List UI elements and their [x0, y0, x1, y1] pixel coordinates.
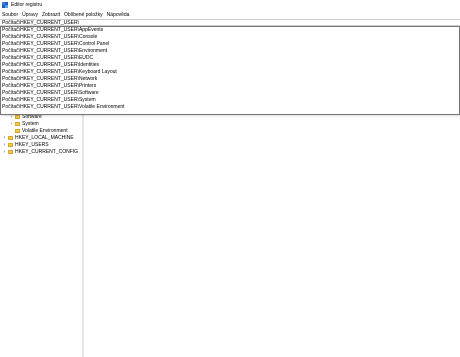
folder-icon	[15, 114, 20, 119]
folder-icon	[8, 135, 13, 140]
suggestion-item[interactable]: Počítač\HKEY_CURRENT_USER\Keyboard Layou…	[1, 69, 459, 76]
tree-item-volatile-environment[interactable]: Volatile Environment	[9, 127, 68, 134]
expand-chevron-icon[interactable]: ›	[9, 121, 14, 127]
menu-help[interactable]: Nápověda	[105, 12, 132, 18]
suggestion-item[interactable]: Počítač\HKEY_CURRENT_USER\Software	[1, 90, 459, 97]
tree-item-hkey-local-machine[interactable]: › HKEY_LOCAL_MACHINE	[2, 134, 74, 141]
registry-editor-window: Editor registru Soubor Úpravy Zobrazit O…	[0, 0, 460, 357]
suggestion-item[interactable]: Počítač\HKEY_CURRENT_USER\Console	[1, 34, 459, 41]
menu-view[interactable]: Zobrazit	[40, 12, 62, 18]
expand-chevron-icon[interactable]: ›	[2, 142, 7, 148]
tree-item-label: HKEY_CURRENT_CONFIG	[15, 148, 79, 155]
menu-favorites[interactable]: Oblíbené položky	[62, 12, 105, 18]
tree-item-system[interactable]: › System	[9, 120, 39, 127]
address-bar	[0, 18, 460, 27]
menu-bar: Soubor Úpravy Zobrazit Oblíbené položky …	[0, 11, 131, 18]
tree-item-hkey-current-config[interactable]: › HKEY_CURRENT_CONFIG	[2, 148, 78, 155]
suggestion-item[interactable]: Počítač\HKEY_CURRENT_USER\Printers	[1, 83, 459, 90]
folder-icon	[15, 121, 20, 126]
tree-item-label: System	[22, 120, 39, 127]
suggestion-item[interactable]: Počítač\HKEY_CURRENT_USER\EUDC	[1, 55, 459, 62]
folder-icon	[15, 128, 20, 133]
title-bar: Editor registru	[0, 0, 460, 10]
suggestion-item[interactable]: Počítač\HKEY_CURRENT_USER\Identities	[1, 62, 459, 69]
tree-item-label: HKEY_USERS	[15, 141, 49, 148]
expand-chevron-icon	[9, 128, 14, 134]
tree-item-label: Volatile Environment	[22, 127, 68, 134]
registry-editor-app-icon	[2, 2, 8, 8]
menu-file[interactable]: Soubor	[0, 12, 20, 18]
suggestion-item[interactable]: Počítač\HKEY_CURRENT_USER\AppEvents	[1, 27, 459, 34]
suggestion-item[interactable]: Počítač\HKEY_CURRENT_USER\System	[1, 97, 459, 104]
folder-icon	[8, 142, 13, 147]
expand-chevron-icon[interactable]: ›	[2, 135, 7, 141]
suggestion-item[interactable]: Počítač\HKEY_CURRENT_USER\Control Panel	[1, 41, 459, 48]
address-autocomplete-dropdown: Počítač\HKEY_CURRENT_USER\AppEvents Počí…	[0, 26, 460, 115]
folder-icon	[8, 149, 13, 154]
tree-item-hkey-users[interactable]: › HKEY_USERS	[2, 141, 49, 148]
expand-chevron-icon[interactable]: ›	[2, 149, 7, 155]
menu-edit[interactable]: Úpravy	[20, 12, 40, 18]
tree-item-label: HKEY_LOCAL_MACHINE	[15, 134, 74, 141]
window-title: Editor registru	[11, 2, 43, 8]
suggestion-item[interactable]: Počítač\HKEY_CURRENT_USER\Network	[1, 76, 459, 83]
suggestion-item[interactable]: Počítač\HKEY_CURRENT_USER\Volatile Envir…	[1, 104, 459, 111]
suggestion-item[interactable]: Počítač\HKEY_CURRENT_USER\Environment	[1, 48, 459, 55]
